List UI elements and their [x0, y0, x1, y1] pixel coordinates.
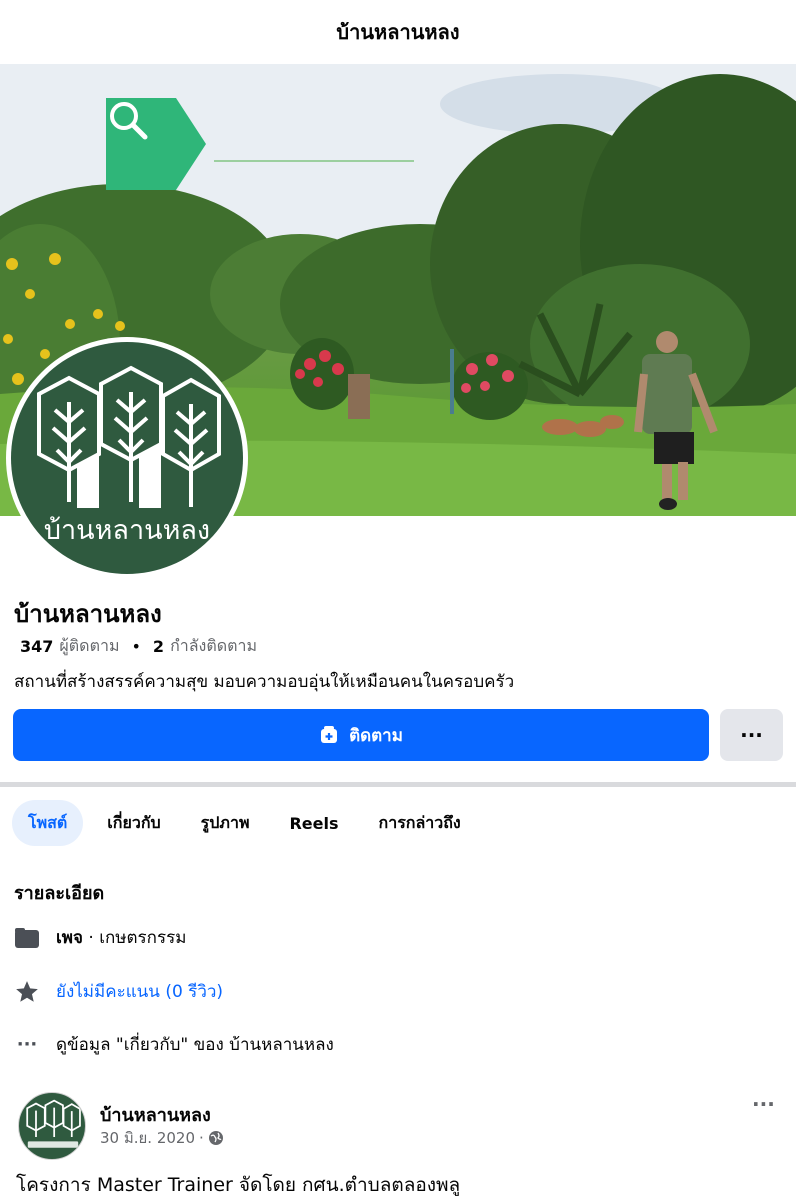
- followers-count: 347: [20, 637, 54, 656]
- detail-about-link[interactable]: ··· ดูข้อมูล "เกี่ยวกับ" ของ บ้านหลานหลง: [14, 1031, 334, 1058]
- search-tab: [106, 98, 206, 190]
- post-meta-dot: ·: [199, 1129, 204, 1147]
- post-author-avatar[interactable]: [18, 1092, 86, 1160]
- search-icon: [110, 102, 148, 140]
- section-divider: [0, 782, 796, 787]
- detail-rating[interactable]: ยังไม่มีคะแนน (0 รีวิว): [14, 978, 223, 1005]
- tab-photos[interactable]: รูปภาพ: [185, 800, 266, 846]
- follow-button[interactable]: ติดตาม: [13, 709, 709, 761]
- page-category: · เกษตรกรรม: [82, 928, 187, 948]
- stats-separator: •: [131, 637, 141, 656]
- post-date[interactable]: 30 มิ.ย. 2020: [100, 1126, 195, 1150]
- page-title: บ้านหลานหลง: [14, 600, 162, 628]
- following-label: กำลังติดตาม: [170, 636, 258, 655]
- tab-posts[interactable]: โพสต์: [12, 800, 84, 846]
- globe-icon: [208, 1131, 223, 1145]
- more-options-label: ···: [740, 723, 763, 747]
- rating-link[interactable]: ยังไม่มีคะแนน (0 รีวิว): [56, 978, 223, 1005]
- follow-button-label: ติดตาม: [349, 725, 403, 746]
- follower-stats[interactable]: 347 ผู้ติดตาม • 2 กำลังติดตาม: [20, 634, 257, 659]
- cover-search-box: บ้านหลานหลง: [176, 108, 430, 180]
- following-count: 2: [152, 637, 165, 656]
- top-bar: บ้านหลานหลง: [0, 0, 796, 64]
- post-meta: 30 มิ.ย. 2020 ·: [100, 1126, 224, 1150]
- page-type-label: เพจ: [56, 928, 83, 948]
- follow-icon: [321, 726, 338, 743]
- post-author-name[interactable]: บ้านหลานหลง: [100, 1100, 211, 1129]
- details-heading: รายละเอียด: [14, 883, 105, 904]
- avatar-label: บ้านหลานหลง: [43, 515, 211, 546]
- followers-label: ผู้ติดตาม: [59, 636, 120, 655]
- cover-search-underline: [214, 160, 414, 162]
- profile-avatar[interactable]: บ้านหลานหลง: [6, 337, 248, 579]
- page-bio: สถานที่สร้างสรรค์ความสุข มอบความอบอุ่นให…: [14, 672, 515, 692]
- star-icon: [14, 979, 40, 1005]
- cover-search-banner: บ้านหลานหลง: [106, 98, 430, 190]
- post-text: โครงการ Master Trainer จัดโดย กศน.ตำบลตล…: [16, 1174, 461, 1196]
- profile-avatar-image: บ้านหลานหลง: [11, 342, 243, 574]
- tab-reels[interactable]: Reels: [273, 800, 354, 846]
- about-link-text: ดูข้อมูล "เกี่ยวกับ" ของ บ้านหลานหลง: [56, 1035, 334, 1055]
- post-more-button[interactable]: ···: [752, 1092, 775, 1116]
- tab-about[interactable]: เกี่ยวกับ: [91, 800, 176, 846]
- tree-logo-icon: [26, 1099, 81, 1148]
- flag-icon: [14, 925, 40, 951]
- page-header-title: บ้านหลานหลง: [336, 20, 460, 44]
- profile-tabs: โพสต์ เกี่ยวกับ รูปภาพ Reels การกล่าวถึง: [12, 800, 477, 846]
- more-options-button[interactable]: ···: [720, 709, 783, 761]
- detail-page-type: เพจ · เกษตรกรรม: [14, 924, 186, 951]
- tab-mentions[interactable]: การกล่าวถึง: [363, 800, 477, 846]
- ellipsis-icon: ···: [16, 1034, 38, 1055]
